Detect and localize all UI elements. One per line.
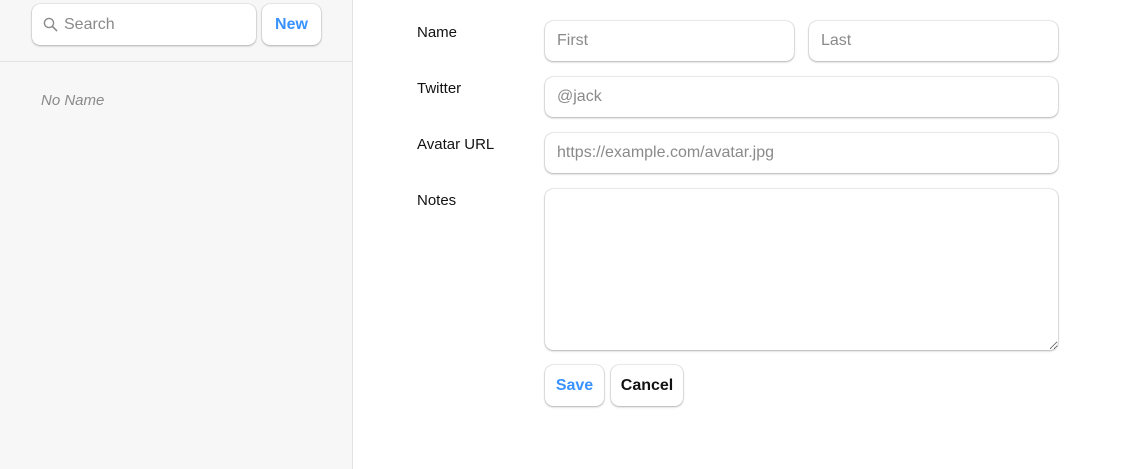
cancel-button[interactable]: Cancel <box>611 365 683 406</box>
new-contact-button[interactable]: New <box>262 4 321 45</box>
app-window: New No Name Name Twitter Avatar URL Note… <box>0 0 1139 469</box>
contact-list-item[interactable]: No Name <box>41 92 104 109</box>
last-name-field[interactable] <box>809 21 1058 61</box>
search-icon <box>43 17 58 32</box>
sidebar-header: New <box>0 0 352 62</box>
avatar-url-field[interactable] <box>545 133 1058 173</box>
notes-textarea[interactable] <box>545 189 1058 350</box>
twitter-field[interactable] <box>545 77 1058 117</box>
avatar-url-label: Avatar URL <box>417 136 495 153</box>
first-name-field[interactable] <box>545 21 794 61</box>
search-box[interactable] <box>32 4 256 45</box>
search-input[interactable] <box>64 4 249 45</box>
name-label: Name <box>417 24 458 41</box>
sidebar: New No Name <box>0 0 353 469</box>
twitter-label: Twitter <box>417 80 462 97</box>
notes-label: Notes <box>417 192 457 209</box>
save-button[interactable]: Save <box>545 365 604 406</box>
contact-list: No Name <box>41 92 104 109</box>
